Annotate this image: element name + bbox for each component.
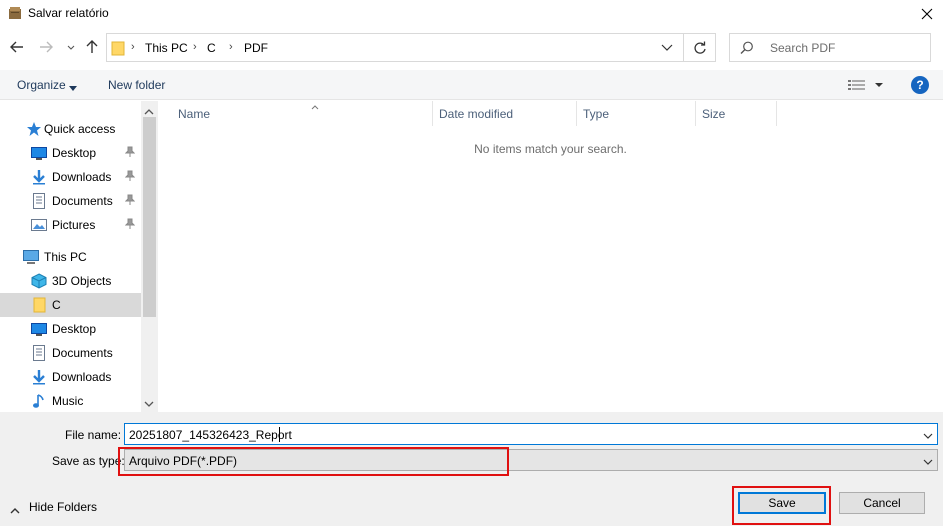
empty-message: No items match your search.: [474, 142, 627, 156]
folder-icon: [31, 297, 47, 313]
nav-label: 3D Objects: [52, 274, 112, 288]
recent-chevron-down-icon[interactable]: [62, 38, 80, 56]
save-button[interactable]: Save: [738, 492, 826, 514]
nav-item-music[interactable]: Music: [0, 389, 141, 412]
up-arrow-icon[interactable]: [83, 38, 101, 56]
save-as-type-label: Save as type:: [52, 454, 125, 468]
nav-label: Pictures: [52, 218, 96, 232]
nav-label: Downloads: [52, 170, 112, 184]
nav-item-downloads[interactable]: Downloads: [0, 165, 141, 189]
save-options-panel: File name: 20251807_145326423_Report Sav…: [0, 412, 943, 526]
scroll-down-icon[interactable]: [144, 397, 154, 411]
column-header-size[interactable]: Size: [696, 101, 777, 126]
nav-label: Documents: [52, 346, 113, 360]
desktop-icon: [31, 321, 47, 337]
nav-label: C: [52, 298, 61, 312]
nav-item-this-pc[interactable]: This PC: [0, 245, 141, 269]
text-cursor: [279, 427, 280, 442]
folder-icon: [111, 40, 125, 59]
command-toolbar: Organize New folder ?: [0, 70, 943, 100]
chevron-down-icon[interactable]: [923, 429, 933, 443]
column-label: Type: [583, 107, 610, 121]
nav-label: Desktop: [52, 322, 97, 336]
column-header-name[interactable]: Name: [172, 101, 433, 126]
pin-icon: [124, 170, 136, 185]
chevron-right-icon: ›: [229, 41, 233, 53]
organize-caret-icon[interactable]: [69, 80, 77, 94]
window-title: Salvar relatório: [28, 6, 109, 20]
breadcrumb-this-pc[interactable]: This PC: [145, 41, 188, 55]
nav-item-quick-access[interactable]: Quick access: [0, 117, 141, 141]
pin-icon: [124, 218, 136, 233]
app-icon: [8, 6, 22, 20]
breadcrumb-c[interactable]: C: [207, 41, 216, 55]
address-bar[interactable]: › This PC › C › PDF: [106, 33, 684, 62]
nav-label: Quick access: [44, 122, 116, 136]
nav-label: Downloads: [52, 370, 112, 384]
title-bar: Salvar relatório: [0, 0, 943, 28]
nav-item-c[interactable]: C: [0, 293, 141, 317]
chevron-right-icon: ›: [131, 41, 135, 53]
highlight-box-save-type: [118, 447, 509, 476]
pictures-icon: [31, 217, 47, 233]
organize-button[interactable]: Organize: [17, 78, 66, 92]
computer-icon: [23, 249, 39, 265]
column-header-type[interactable]: Type: [577, 101, 696, 126]
pin-icon: [124, 146, 136, 161]
address-dropdown-icon[interactable]: [661, 41, 673, 55]
search-icon: [740, 41, 754, 58]
address-bar-row: › This PC › C › PDF Search PDF: [0, 32, 943, 64]
documents-icon: [31, 345, 47, 361]
cancel-button[interactable]: Cancel: [839, 492, 925, 514]
nav-label: This PC: [44, 250, 87, 264]
3d-objects-icon: [31, 273, 47, 289]
scrollbar-thumb[interactable]: [143, 117, 156, 317]
back-arrow-icon[interactable]: [8, 38, 26, 56]
documents-icon: [31, 193, 47, 209]
nav-scrollbar[interactable]: [141, 101, 158, 412]
help-icon[interactable]: ?: [911, 76, 929, 94]
column-label: Date modified: [439, 107, 514, 121]
downloads-icon: [31, 369, 47, 385]
navigation-pane: Quick access Desktop Downloads Documents…: [0, 101, 158, 412]
scroll-up-icon[interactable]: [144, 104, 154, 118]
nav-item-pictures[interactable]: Pictures: [0, 213, 141, 237]
file-name-label: File name:: [65, 428, 122, 442]
nav-item-documents[interactable]: Documents: [0, 189, 141, 213]
search-box[interactable]: Search PDF: [729, 33, 931, 62]
file-name-input[interactable]: 20251807_145326423_Report: [124, 423, 938, 445]
close-icon[interactable]: [912, 2, 942, 26]
column-label: Size: [702, 107, 726, 121]
view-options-icon[interactable]: [848, 79, 888, 94]
nav-item-3d-objects[interactable]: 3D Objects: [0, 269, 141, 293]
nav-item-documents-pc[interactable]: Documents: [0, 341, 141, 365]
nav-label: Documents: [52, 194, 113, 208]
breadcrumb-pdf[interactable]: PDF: [244, 41, 268, 55]
file-name-value: 20251807_145326423_Report: [129, 428, 292, 442]
chevron-up-icon: [10, 503, 20, 517]
new-folder-button[interactable]: New folder: [108, 78, 165, 92]
forward-arrow-icon[interactable]: [37, 38, 55, 56]
music-icon: [31, 393, 47, 409]
star-icon: [26, 121, 42, 137]
nav-label: Desktop: [52, 146, 97, 160]
desktop-icon: [31, 145, 47, 161]
refresh-icon[interactable]: [684, 33, 716, 62]
pin-icon: [124, 194, 136, 209]
search-input[interactable]: Search PDF: [770, 41, 835, 55]
hide-folders-label: Hide Folders: [29, 500, 98, 514]
downloads-icon: [31, 169, 47, 185]
nav-item-desktop[interactable]: Desktop: [0, 141, 141, 165]
file-list[interactable]: Name Date modified Type Size No items ma…: [158, 101, 943, 412]
column-label: Name: [178, 107, 211, 121]
nav-item-desktop-pc[interactable]: Desktop: [0, 317, 141, 341]
sort-ascending-icon: [311, 99, 319, 113]
nav-label: Music: [52, 394, 84, 408]
nav-item-downloads-pc[interactable]: Downloads: [0, 365, 141, 389]
chevron-right-icon: ›: [193, 41, 197, 53]
column-header-date-modified[interactable]: Date modified: [433, 101, 577, 126]
chevron-down-icon[interactable]: [923, 455, 933, 469]
